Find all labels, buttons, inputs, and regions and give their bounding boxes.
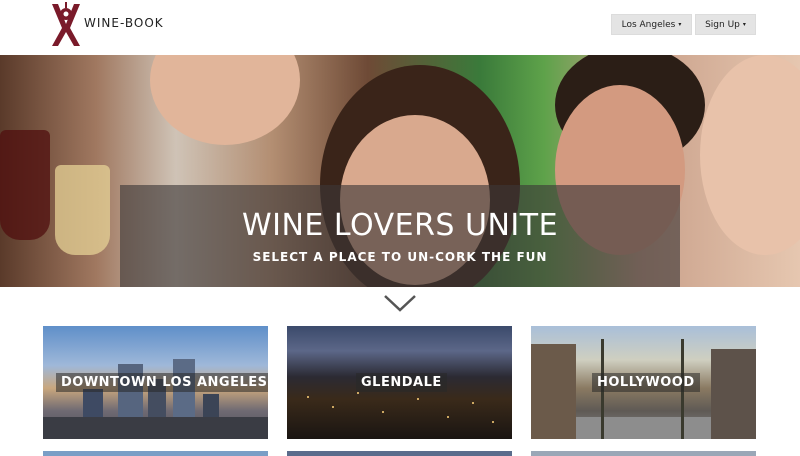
card-label: HOLLYWOOD — [592, 373, 700, 392]
location-card-partial[interactable] — [287, 451, 512, 456]
location-card-partial[interactable] — [43, 451, 268, 456]
hero-photo-face-left — [150, 55, 300, 145]
card-label: GLENDALE — [356, 373, 447, 392]
city-light — [382, 411, 384, 413]
city-light — [447, 416, 449, 418]
brand-name[interactable]: WINE-BOOK — [84, 16, 164, 30]
hero-banner: WINE LOVERS UNITE SELECT A PLACE TO UN-C… — [0, 55, 800, 287]
city-label: Los Angeles — [621, 19, 676, 30]
caret-down-icon: ▾ — [742, 21, 746, 28]
city-light — [417, 398, 419, 400]
street-building-shape — [711, 349, 756, 439]
city-dropdown-button[interactable]: Los Angeles ▾ — [611, 14, 692, 35]
city-light — [492, 421, 494, 423]
site-header: WINE-BOOK Los Angeles ▾ Sign Up ▾ — [0, 0, 800, 55]
location-card-downtown-los-angeles[interactable]: DOWNTOWN LOS ANGELES — [43, 326, 268, 439]
street-road-shape — [576, 417, 711, 439]
card-label: DOWNTOWN LOS ANGELES — [56, 373, 268, 392]
city-light — [307, 396, 309, 398]
signup-dropdown-button[interactable]: Sign Up ▾ — [695, 14, 756, 35]
hero-photo-wine-glass — [0, 130, 50, 240]
location-card-glendale[interactable]: GLENDALE — [287, 326, 512, 439]
city-light — [332, 406, 334, 408]
hero-photo-wine-glass — [55, 165, 110, 255]
hero-caption: WINE LOVERS UNITE SELECT A PLACE TO UN-C… — [120, 185, 680, 287]
city-light — [357, 392, 359, 394]
street-building-shape — [531, 344, 576, 439]
chevron-down-icon[interactable] — [383, 293, 417, 313]
hero-title: WINE LOVERS UNITE — [241, 208, 559, 243]
location-card-hollywood[interactable]: HOLLYWOOD — [531, 326, 756, 439]
hero-photo-face-far-right — [700, 55, 800, 255]
wine-book-logo[interactable] — [44, 2, 84, 48]
city-light — [472, 402, 474, 404]
hero-subtitle: SELECT A PLACE TO UN-CORK THE FUN — [252, 250, 548, 264]
caret-down-icon: ▾ — [678, 21, 682, 28]
city-skyline-shape — [43, 417, 268, 439]
signup-label: Sign Up — [705, 19, 740, 30]
location-card-partial[interactable] — [531, 451, 756, 456]
